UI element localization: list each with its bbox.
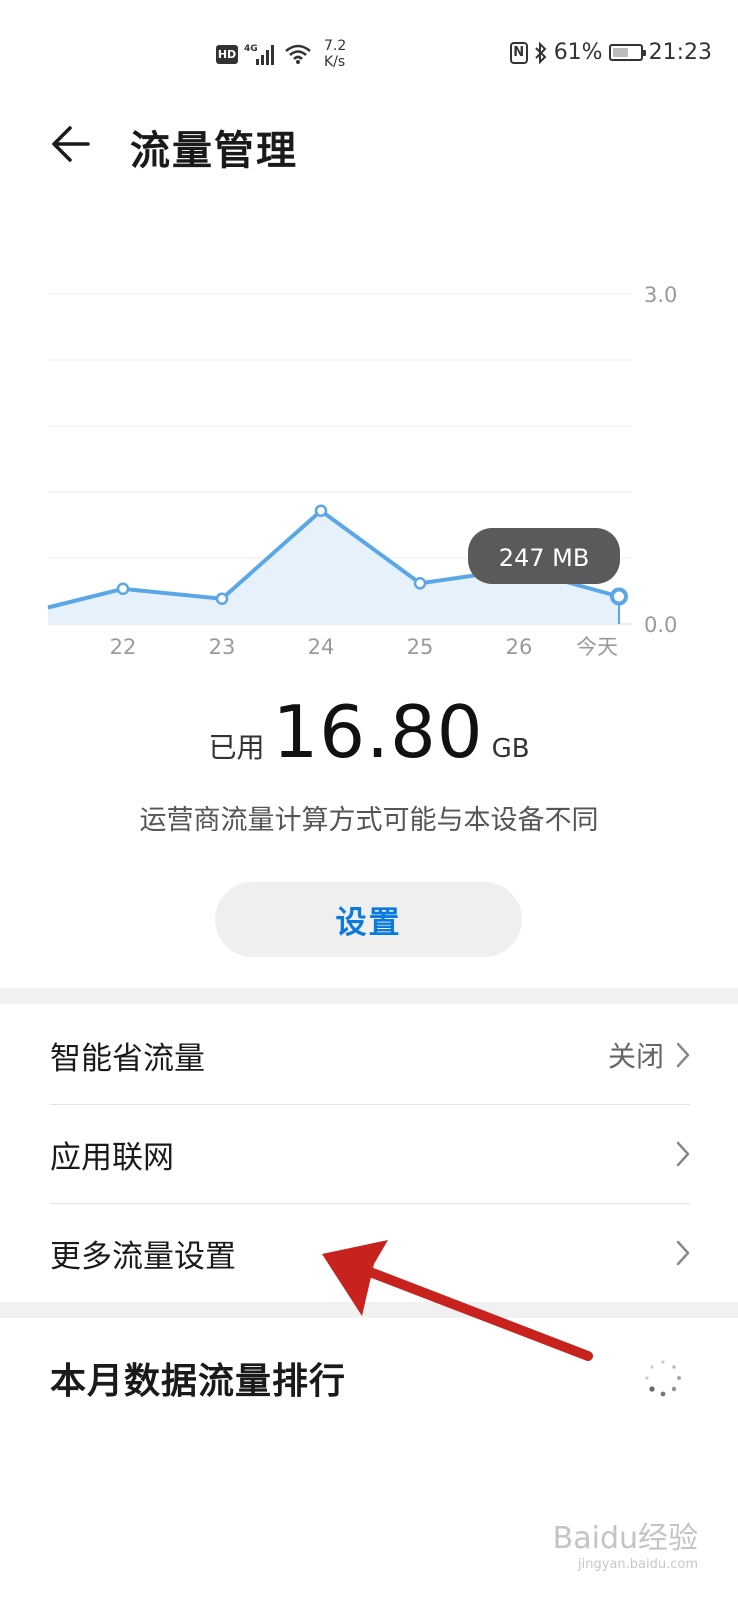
used-unit: GB [491, 734, 530, 764]
section-divider [0, 988, 738, 1004]
bluetooth-icon [534, 41, 547, 64]
settings-button[interactable]: 设置 [215, 882, 522, 957]
list-item-right: 关闭 [608, 1035, 690, 1075]
x-tick-label: 22 [110, 635, 137, 659]
clock: 21:23 [648, 40, 712, 65]
usage-summary: 已用 16.80 GB [0, 690, 738, 780]
hd-icon: HD [216, 44, 238, 64]
wifi-icon [285, 44, 311, 64]
x-tick-label: 24 [308, 635, 335, 659]
chevron-right-icon [676, 1240, 690, 1266]
tooltip-label: 247 MB [499, 544, 590, 572]
list-item-more-settings[interactable]: 更多流量设置 [50, 1204, 690, 1302]
battery-icon [608, 44, 646, 61]
carrier-note: 运营商流量计算方式可能与本设备不同 [139, 805, 599, 836]
signal-icon: 4G [244, 44, 274, 65]
nfc-icon: N [509, 41, 528, 64]
watermark-url: jingyan.baidu.com [578, 1557, 698, 1572]
data-point [314, 504, 328, 517]
usage-chart[interactable]: 247 MB 22 23 24 25 26 今天 3.0 0.0 [0, 270, 738, 670]
status-right: N 61% 21:23 [509, 40, 712, 65]
y-tick-label: 3.0 [644, 283, 677, 307]
x-tick-label: 26 [506, 635, 533, 659]
data-point [116, 582, 130, 596]
battery-percent: 61% [553, 40, 603, 65]
used-label: 已用 [208, 731, 265, 764]
network-speed: 7.2 K/s [324, 38, 346, 70]
speed-value: 7.2 [324, 38, 347, 54]
y-tick-label: 0.0 [644, 613, 677, 637]
list-item-smart-saver[interactable]: 智能省流量 关闭 [50, 1006, 690, 1105]
status-left: HD 4G 7.2 K/s [216, 38, 346, 70]
ranking-title: 本月数据流量排行 [50, 1361, 347, 1402]
list-item-right [676, 1240, 690, 1266]
x-tick-label: 25 [407, 635, 434, 659]
page-title: 流量管理 [130, 128, 298, 174]
speed-unit: K/s [324, 54, 346, 70]
list-item-app-networking[interactable]: 应用联网 [50, 1105, 690, 1204]
status-bar: HD 4G 7.2 K/s N 61% 21:23 [0, 0, 738, 100]
x-tick-label: 今天 [576, 635, 618, 659]
chevron-right-icon [676, 1042, 690, 1068]
section-divider [0, 1302, 738, 1318]
data-point [610, 587, 628, 606]
loading-spinner-icon [645, 1360, 681, 1397]
used-value: 16.80 [272, 690, 484, 774]
app-header: 流量管理 [0, 110, 738, 180]
watermark-text: Baidu经验 [552, 1521, 698, 1556]
list-item-label: 智能省流量 [50, 1040, 205, 1077]
chevron-right-icon [676, 1141, 690, 1167]
list-item-label: 应用联网 [50, 1139, 174, 1176]
data-point [413, 577, 427, 590]
network-type-label: 4G [244, 44, 258, 54]
battery-level [612, 48, 629, 57]
back-arrow-icon[interactable] [50, 122, 94, 166]
watermark-logo: Baidu经验 jingyan.baidu.com [553, 1513, 698, 1572]
x-tick-label: 23 [209, 635, 236, 659]
list-item-label: 更多流量设置 [50, 1238, 236, 1275]
data-point [215, 592, 229, 605]
list-item-value: 关闭 [607, 1040, 664, 1073]
list-item-right [676, 1141, 690, 1167]
